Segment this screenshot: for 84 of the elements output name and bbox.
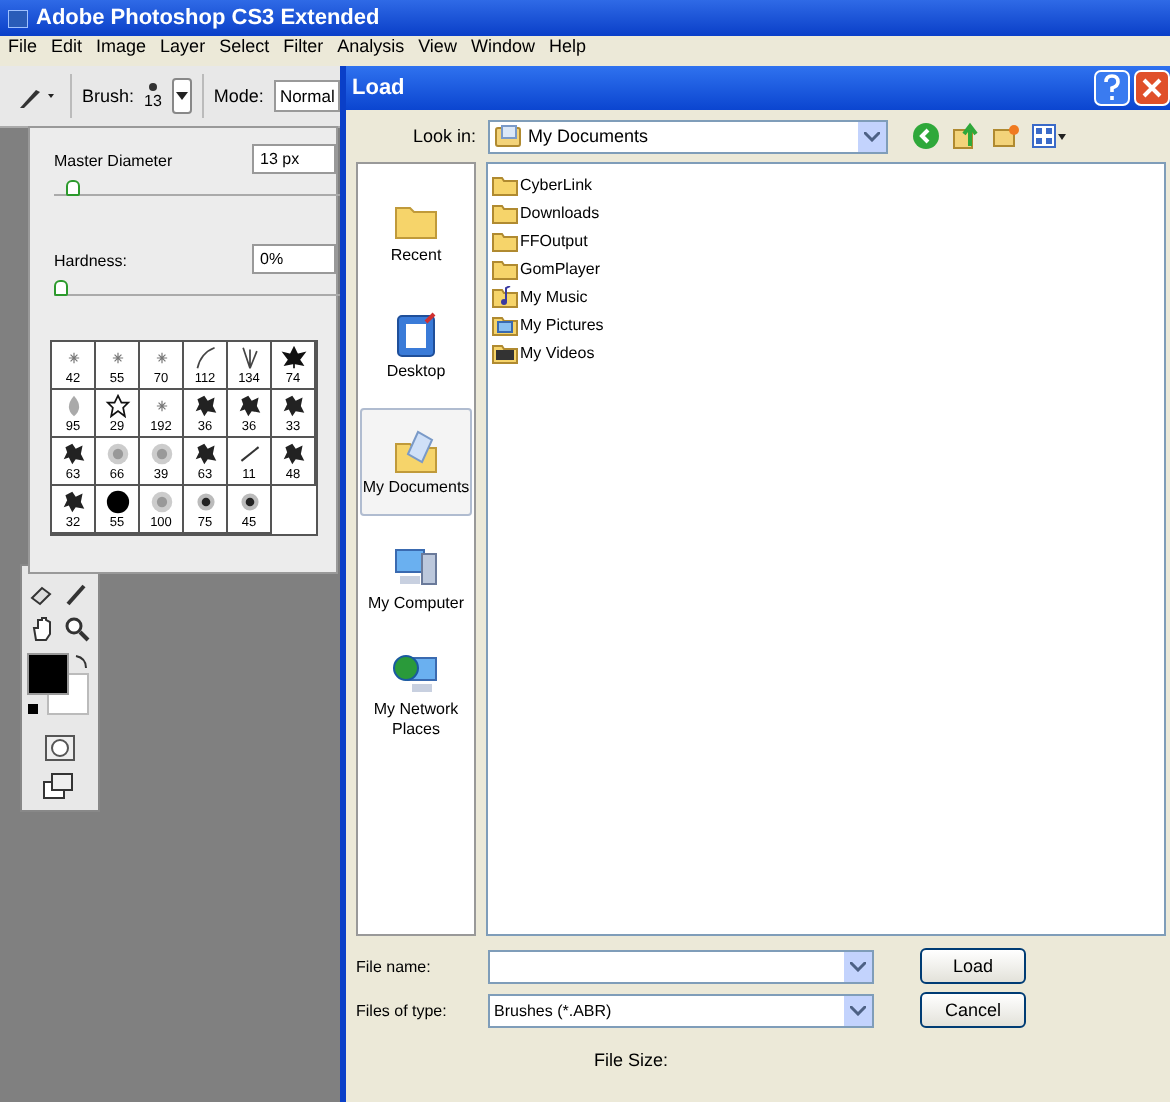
menu-item[interactable]: Image [96,36,147,58]
brush-tip-icon [279,346,307,370]
mode-dropdown[interactable]: Normal [273,80,341,112]
brush-tip-icon [235,394,263,418]
menu-item[interactable]: Filter [283,36,324,58]
master-diameter-slider[interactable] [65,180,80,196]
pictures-folder-icon [492,313,518,335]
places-item[interactable]: Recent [360,176,472,284]
menu-item[interactable]: Window [470,36,535,58]
documents-folder-icon [494,124,522,148]
caret-icon [864,131,880,141]
look-in-dropdown[interactable]: My Documents [488,119,888,153]
brush-tip-icon [103,490,131,514]
docs-place-icon [390,426,442,478]
places-item[interactable]: Desktop [360,292,472,400]
file-name-field[interactable] [488,949,874,983]
brush-tip-icon [59,490,87,514]
file-type-dropdown[interactable]: Brushes (*.ABR) [488,993,874,1027]
file-list-item[interactable]: My Music [492,282,1160,310]
load-button[interactable]: Load [920,948,1026,984]
brush-label: Brush: [82,86,135,106]
folder-folder-icon [492,257,518,279]
new-folder-icon[interactable] [992,122,1020,150]
brush-dot-icon [147,82,158,92]
window-title: Adobe Photoshop CS3 Extended [36,6,380,30]
app-icon [8,9,28,27]
master-diameter-label: Master Diameter [54,152,173,170]
file-size-label: File Size: [594,1050,671,1070]
caret-icon [175,92,188,100]
hand-icon[interactable] [30,616,56,642]
caret-icon [850,961,866,971]
hardness-slider[interactable] [54,280,68,296]
folder-folder-icon [492,229,518,251]
zoom-icon[interactable] [64,616,90,642]
dialog-title: Load [352,76,405,100]
hardness-field[interactable]: 0% [252,244,336,274]
caret-icon [850,1005,866,1015]
file-list-item[interactable]: Downloads [492,198,1160,226]
menu-item[interactable]: View [418,36,457,58]
folder-folder-icon [492,173,518,195]
file-list-item[interactable]: FFOutput [492,226,1160,254]
screen-mode-icon[interactable] [42,772,78,800]
brush-tip-icon [147,490,175,514]
brush-tip-icon [103,394,131,418]
menu-item[interactable]: Select [219,36,270,58]
file-name-label: File name: [356,957,433,975]
brush-tip-icon [279,442,307,466]
music-folder-icon [492,285,518,307]
menu-item[interactable]: Analysis [337,36,405,58]
menu-item[interactable]: Edit [51,36,83,58]
brush-size: 13 [144,92,162,110]
brush-tip-icon [103,442,131,466]
master-diameter-field[interactable]: 13 px [252,144,336,174]
file-list-item[interactable]: My Videos [492,338,1160,366]
file-list-item[interactable]: GomPlayer [492,254,1160,282]
mode-label: Mode: [213,86,264,106]
folder-up-icon[interactable] [952,122,980,150]
places-item[interactable]: My Computer [360,524,472,632]
places-item[interactable]: My Documents [360,408,472,516]
cancel-button[interactable]: Cancel [920,992,1026,1028]
folder-folder-icon [492,201,518,223]
quick-mask-icon[interactable] [44,734,76,762]
menu-item[interactable]: Layer [160,36,206,58]
brush-tip-icon [59,442,87,466]
videos-folder-icon [492,341,518,363]
close-button[interactable] [1134,70,1170,106]
view-menu-icon[interactable] [1032,124,1068,148]
brush-tip-icon [147,442,175,466]
hardness-label: Hardness: [54,252,127,270]
brush-tip-icon [279,394,307,418]
menu-item[interactable]: File [8,36,38,58]
eraser-icon[interactable] [28,582,56,606]
brush-picker-button[interactable] [171,78,192,114]
brush-tip-icon [191,394,219,418]
look-in-label: Look in: [410,126,476,146]
brush-tip-icon [191,346,219,370]
places-item[interactable]: My Network Places [360,640,472,748]
file-list-item[interactable]: CyberLink [492,170,1160,198]
file-type-label: Files of type: [356,1001,449,1019]
brush-tip-icon [191,442,219,466]
menu-item[interactable]: Help [548,36,586,58]
brush-tip-icon [235,442,263,466]
help-button[interactable] [1094,70,1130,106]
file-list-item[interactable]: My Pictures [492,310,1160,338]
